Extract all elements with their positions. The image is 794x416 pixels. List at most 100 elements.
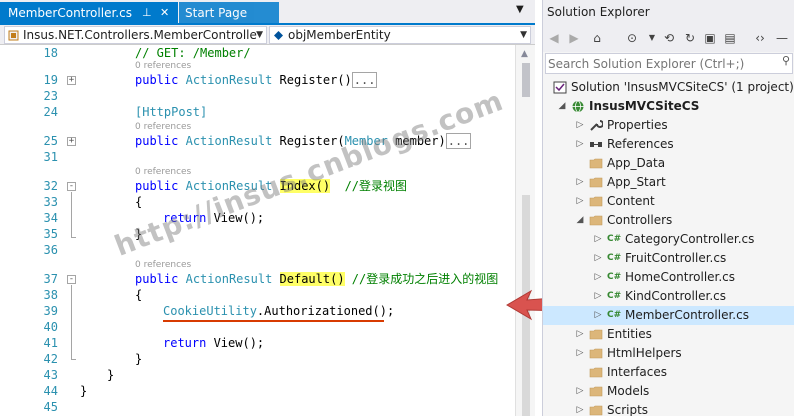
scrollbar-thumb[interactable]	[522, 63, 530, 97]
line-number: 44	[43, 384, 58, 398]
line-number: 39	[43, 304, 58, 318]
collapsed-arrow-icon[interactable]: ▷	[575, 116, 585, 135]
line-number: 18	[43, 46, 58, 60]
tree-node-categorycontroller-cs[interactable]: ▷ C# CategoryController.cs	[543, 230, 794, 249]
tree-node-scripts[interactable]: ▷ Scripts	[543, 401, 794, 416]
forward-icon[interactable]: ▶	[565, 29, 583, 47]
search-icon[interactable]: ⚲	[782, 54, 790, 67]
properties-icon[interactable]: —	[773, 29, 791, 47]
tree-node-app-data[interactable]: App_Data	[543, 154, 794, 173]
chevron-down-icon[interactable]: ▼	[643, 29, 661, 47]
tree-node-label: CategoryController.cs	[625, 232, 755, 246]
chevron-down-icon[interactable]: ▼	[516, 4, 524, 15]
tree-node-htmlhelpers[interactable]: ▷ HtmlHelpers	[543, 344, 794, 363]
collapsed-arrow-icon[interactable]: ▷	[575, 192, 585, 211]
folder-open-icon	[589, 214, 603, 227]
tree-node-homecontroller-cs[interactable]: ▷ C# HomeController.cs	[543, 268, 794, 287]
pin-icon[interactable]: ⊥	[142, 2, 152, 24]
code-line-return: return View();	[163, 336, 265, 350]
line-number: 33	[43, 195, 58, 209]
line-number: 37	[43, 272, 58, 286]
tree-node-references[interactable]: ▷ References	[543, 135, 794, 154]
show-all-files-icon[interactable]: ▤	[721, 29, 739, 47]
collapsed-region[interactable]: ...	[351, 72, 378, 88]
line-number-gutter: 18 19 23 24 25 31 32 33 34 35 36 37 38 3…	[0, 45, 60, 416]
highlight-default: Default()	[279, 272, 345, 286]
solution-tree: Solution 'InsusMVCSiteCS' (1 project) ◢ In…	[543, 78, 794, 416]
history-icon[interactable]: ⟲	[660, 29, 678, 47]
collapsed-arrow-icon[interactable]: ▷	[593, 268, 603, 287]
code-lens-references[interactable]: 0 references	[135, 259, 191, 271]
tab-start-page[interactable]: Start Page	[179, 2, 279, 24]
tree-node-label: Models	[607, 384, 650, 398]
navigation-bar: Insus.NET.Controllers.MemberControlle ▼ …	[0, 25, 535, 45]
class-dropdown-value: Insus.NET.Controllers.MemberControlle	[23, 28, 257, 42]
refresh-icon[interactable]: ↻	[681, 29, 699, 47]
pending-changes-icon[interactable]: ⊙	[623, 29, 641, 47]
line-number: 38	[43, 288, 58, 302]
code-lens-references[interactable]: 0 references	[135, 60, 191, 72]
collapse-icon[interactable]: -	[67, 182, 76, 191]
code-lens-references[interactable]: 0 references	[135, 166, 191, 178]
collapsed-arrow-icon[interactable]: ▷	[593, 249, 603, 268]
collapsed-arrow-icon[interactable]: ▷	[593, 287, 603, 306]
tree-node-entities[interactable]: ▷ Entities	[543, 325, 794, 344]
collapse-icon[interactable]: -	[67, 275, 76, 284]
member-dropdown-value: objMemberEntity	[288, 28, 391, 42]
web-project-icon	[571, 100, 585, 113]
class-dropdown[interactable]: Insus.NET.Controllers.MemberControlle ▼	[4, 26, 267, 44]
tree-node-interfaces[interactable]: Interfaces	[543, 363, 794, 382]
expanded-arrow-icon[interactable]: ◢	[557, 97, 567, 116]
chevron-down-icon[interactable]: ▼	[256, 27, 263, 43]
tree-node-solution-insusmvcsitecs-1-project[interactable]: Solution 'InsusMVCSiteCS' (1 project)	[543, 78, 794, 97]
home-icon[interactable]: ⌂	[588, 29, 606, 47]
tree-node-properties[interactable]: ▷ Properties	[543, 116, 794, 135]
tree-node-kindcontroller-cs[interactable]: ▷ C# KindController.cs	[543, 287, 794, 306]
tree-node-insusmvcsitecs[interactable]: ◢ InsusMVCSiteCS	[543, 97, 794, 116]
tree-node-app-start[interactable]: ▷ App_Start	[543, 173, 794, 192]
vertical-scrollbar[interactable]: ▲	[515, 45, 535, 416]
tab-membercontroller[interactable]: MemberController.cs ⊥ ✕	[0, 2, 178, 24]
solution-search-input[interactable]	[548, 55, 778, 72]
code-brace: {	[135, 288, 143, 302]
tree-node-controllers[interactable]: ◢ Controllers	[543, 211, 794, 230]
collapsed-arrow-icon[interactable]: ▷	[575, 173, 585, 192]
tree-node-label: MemberController.cs	[625, 308, 749, 322]
code-brace: }	[107, 368, 115, 382]
line-number: 25	[43, 134, 58, 148]
code-line-cookie: CookieUtility.Authorizationed();	[163, 304, 395, 318]
tree-node-label: Scripts	[607, 403, 649, 416]
collapsed-arrow-icon[interactable]: ▷	[593, 306, 603, 325]
collapsed-arrow-icon[interactable]: ▷	[575, 401, 585, 416]
code-lens-references[interactable]: 0 references	[135, 121, 191, 133]
tree-node-membercontroller-cs[interactable]: ▷ C# MemberController.cs	[543, 306, 794, 325]
csharp-file-icon: C#	[607, 234, 622, 244]
line-number: 19	[43, 73, 58, 87]
collapsed-arrow-icon[interactable]: ▷	[575, 344, 585, 363]
expand-icon[interactable]: +	[67, 76, 76, 85]
expand-icon[interactable]: +	[67, 137, 76, 146]
view-code-icon[interactable]: ‹›	[751, 29, 769, 47]
line-number: 36	[43, 243, 58, 257]
solution-explorer-toolbar: ◀ ▶ ⌂ ⊙ ▼ ⟲ ↻ ▣ ▤ ‹› —	[543, 25, 794, 52]
member-dropdown[interactable]: objMemberEntity ▼	[269, 26, 531, 44]
back-icon[interactable]: ◀	[545, 29, 563, 47]
collapsed-arrow-icon[interactable]: ▷	[575, 135, 585, 154]
close-icon[interactable]: ✕	[160, 2, 169, 24]
collapsed-arrow-icon[interactable]: ▷	[575, 325, 585, 344]
collapsed-arrow-icon[interactable]: ▷	[593, 230, 603, 249]
code-attribute: [HttpPost]	[135, 105, 208, 119]
tree-node-content[interactable]: ▷ Content	[543, 192, 794, 211]
folder-icon	[589, 347, 603, 360]
tree-node-models[interactable]: ▷ Models	[543, 382, 794, 401]
code-editor[interactable]: MemberController.cs ⊥ ✕ Start Page ▼ Ins…	[0, 0, 535, 416]
scroll-up-icon[interactable]: ▲	[521, 49, 528, 59]
tree-node-fruitcontroller-cs[interactable]: ▷ C# FruitController.cs	[543, 249, 794, 268]
line-number: 32	[43, 179, 58, 193]
expanded-arrow-icon[interactable]: ◢	[575, 211, 585, 230]
collapse-all-icon[interactable]: ▣	[701, 29, 719, 47]
solution-search-box[interactable]: ⚲	[545, 53, 793, 74]
chevron-down-icon[interactable]: ▼	[520, 27, 527, 43]
collapsed-arrow-icon[interactable]: ▷	[575, 382, 585, 401]
folder-icon	[589, 366, 603, 379]
